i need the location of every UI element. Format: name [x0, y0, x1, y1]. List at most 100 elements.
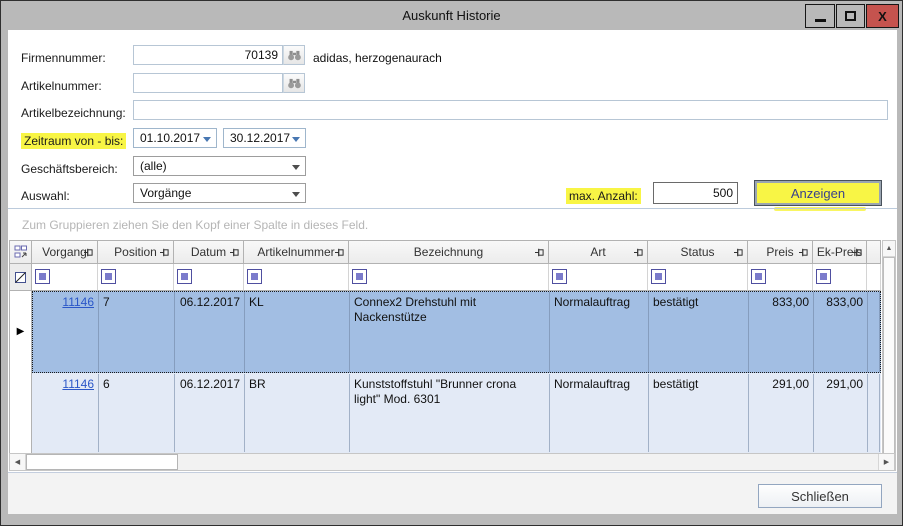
- pin-icon[interactable]: [334, 247, 345, 258]
- table-row[interactable]: ▶ 11146 7 06.12.2017 KL Connex2 Drehstuh…: [9, 291, 881, 373]
- filter-cell-status[interactable]: [648, 264, 748, 291]
- arrow-right-icon: ▶: [884, 458, 889, 466]
- column-header-stub: [867, 240, 881, 264]
- filter-operator-icon[interactable]: [101, 269, 116, 284]
- zeitraum-bis-value: 30.12.2017: [230, 131, 290, 145]
- filter-cell-vorgang[interactable]: [32, 264, 98, 291]
- column-header-datum[interactable]: Datum: [174, 240, 244, 264]
- column-header-ek-preis[interactable]: Ek-Preis: [813, 240, 867, 264]
- column-header-label: Datum: [191, 245, 226, 259]
- auswahl-label: Auswahl:: [21, 189, 70, 203]
- vertical-scrollbar-thumb[interactable]: [883, 257, 895, 454]
- form-grid-divider: [8, 208, 897, 209]
- filter-cell-art[interactable]: [549, 264, 648, 291]
- max-anzahl-label: max. Anzahl:: [566, 188, 641, 204]
- chevron-down-icon: [292, 192, 300, 197]
- select-all-header-cell[interactable]: [9, 240, 32, 264]
- close-window-button[interactable]: X: [866, 4, 899, 28]
- artikelnummer-search-button[interactable]: [283, 73, 305, 93]
- artikelbezeichnung-input[interactable]: [133, 100, 888, 120]
- column-header-bezeichnung[interactable]: Bezeichnung: [349, 240, 549, 264]
- maximize-button[interactable]: [836, 4, 865, 28]
- cell-bezeichnung: Kunststoffstuhl "Brunner crona light" Mo…: [350, 374, 550, 452]
- artikelnummer-input[interactable]: [133, 73, 283, 93]
- column-header-vorgang[interactable]: Vorgang: [32, 240, 98, 264]
- cell-ek-preis: 291,00: [814, 374, 868, 452]
- scroll-left-button[interactable]: ◀: [10, 454, 26, 470]
- column-header-position[interactable]: Position: [98, 240, 174, 264]
- cell-preis: 291,00: [749, 374, 814, 452]
- column-header-label: Artikelnummer: [257, 245, 334, 259]
- artikelnummer-label: Artikelnummer:: [21, 79, 102, 93]
- vorgang-link[interactable]: 11146: [62, 295, 94, 309]
- chevron-down-icon: [292, 137, 300, 142]
- auswahl-dropdown[interactable]: Vorgänge: [133, 183, 306, 203]
- pin-icon[interactable]: [733, 247, 744, 258]
- row-indicator-cell[interactable]: [9, 373, 32, 453]
- pin-icon[interactable]: [852, 247, 863, 258]
- cell-artikelnummer: BR: [245, 374, 350, 452]
- filter-cell-artikelnummer[interactable]: [244, 264, 349, 291]
- vorgang-link[interactable]: 11146: [62, 377, 94, 391]
- pin-icon[interactable]: [229, 247, 240, 258]
- pin-icon[interactable]: [83, 247, 94, 258]
- anzeigen-button[interactable]: Anzeigen: [754, 180, 882, 206]
- filter-operator-icon[interactable]: [352, 269, 367, 284]
- pin-icon[interactable]: [633, 247, 644, 258]
- pin-icon[interactable]: [798, 247, 809, 258]
- chevron-down-icon: [292, 165, 300, 170]
- cell-ek-preis: 833,00: [814, 292, 868, 372]
- scroll-right-button[interactable]: ▶: [878, 454, 894, 470]
- minimize-button[interactable]: [805, 4, 835, 28]
- geschaeftsbereich-value: (alle): [140, 159, 167, 173]
- max-anzahl-input[interactable]: [653, 182, 738, 204]
- company-name-text: adidas, herzogenaurach: [313, 51, 442, 65]
- cell-stub: [868, 374, 880, 452]
- filter-cell-stub: [867, 264, 881, 291]
- table-row[interactable]: 11146 6 06.12.2017 BR Kunststoffstuhl "B…: [9, 373, 881, 453]
- column-header-artikelnummer[interactable]: Artikelnummer: [244, 240, 349, 264]
- cell-art: Normalauftrag: [550, 374, 649, 452]
- firmennummer-input[interactable]: [133, 45, 283, 65]
- pin-icon[interactable]: [159, 247, 170, 258]
- column-header-status[interactable]: Status: [648, 240, 748, 264]
- group-by-hint: Zum Gruppieren ziehen Sie den Kopf einer…: [22, 218, 368, 232]
- filter-operator-icon[interactable]: [552, 269, 567, 284]
- filter-operator-icon[interactable]: [35, 269, 50, 284]
- cell-preis: 833,00: [749, 292, 814, 372]
- column-header-label: Bezeichnung: [414, 245, 483, 259]
- column-header-label: Status: [680, 245, 714, 259]
- scroll-up-button[interactable]: ▲: [883, 241, 895, 257]
- column-header-preis[interactable]: Preis: [748, 240, 813, 264]
- filter-operator-icon[interactable]: [651, 269, 666, 284]
- row-body[interactable]: 11146 6 06.12.2017 BR Kunststoffstuhl "B…: [32, 373, 881, 453]
- vertical-scrollbar[interactable]: ▲ ▼: [882, 240, 896, 471]
- minimize-icon: [815, 19, 826, 22]
- geschaeftsbereich-dropdown[interactable]: (alle): [133, 156, 306, 176]
- filter-cell-position[interactable]: [98, 264, 174, 291]
- filter-cell-ek-preis[interactable]: [813, 264, 867, 291]
- schliessen-button[interactable]: Schließen: [758, 484, 882, 508]
- column-header-art[interactable]: Art: [549, 240, 648, 264]
- clear-filter-cell[interactable]: [9, 264, 32, 291]
- schliessen-button-label: Schließen: [791, 489, 849, 504]
- filter-cell-bezeichnung[interactable]: [349, 264, 549, 291]
- row-body-selected[interactable]: 11146 7 06.12.2017 KL Connex2 Drehstuhl …: [32, 291, 881, 373]
- filter-operator-icon[interactable]: [751, 269, 766, 284]
- pin-icon[interactable]: [534, 247, 545, 258]
- dialog-auskunft-historie: Auskunft Historie X Firmennummer: Artike…: [0, 0, 903, 526]
- titlebar[interactable]: Auskunft Historie X: [2, 2, 901, 29]
- firmennummer-search-button[interactable]: [283, 45, 305, 65]
- horizontal-scrollbar[interactable]: ◀ ▶: [9, 453, 895, 471]
- zeitraum-bis-datepicker[interactable]: 30.12.2017: [223, 128, 306, 148]
- group-by-panel[interactable]: Zum Gruppieren ziehen Sie den Kopf einer…: [9, 211, 895, 240]
- zeitraum-von-datepicker[interactable]: 01.10.2017: [133, 128, 217, 148]
- cell-position: 6: [99, 374, 175, 452]
- horizontal-scrollbar-thumb[interactable]: [26, 454, 178, 470]
- row-indicator-cell[interactable]: ▶: [9, 291, 32, 373]
- filter-operator-icon[interactable]: [816, 269, 831, 284]
- filter-operator-icon[interactable]: [247, 269, 262, 284]
- filter-cell-preis[interactable]: [748, 264, 813, 291]
- filter-cell-datum[interactable]: [174, 264, 244, 291]
- filter-operator-icon[interactable]: [177, 269, 192, 284]
